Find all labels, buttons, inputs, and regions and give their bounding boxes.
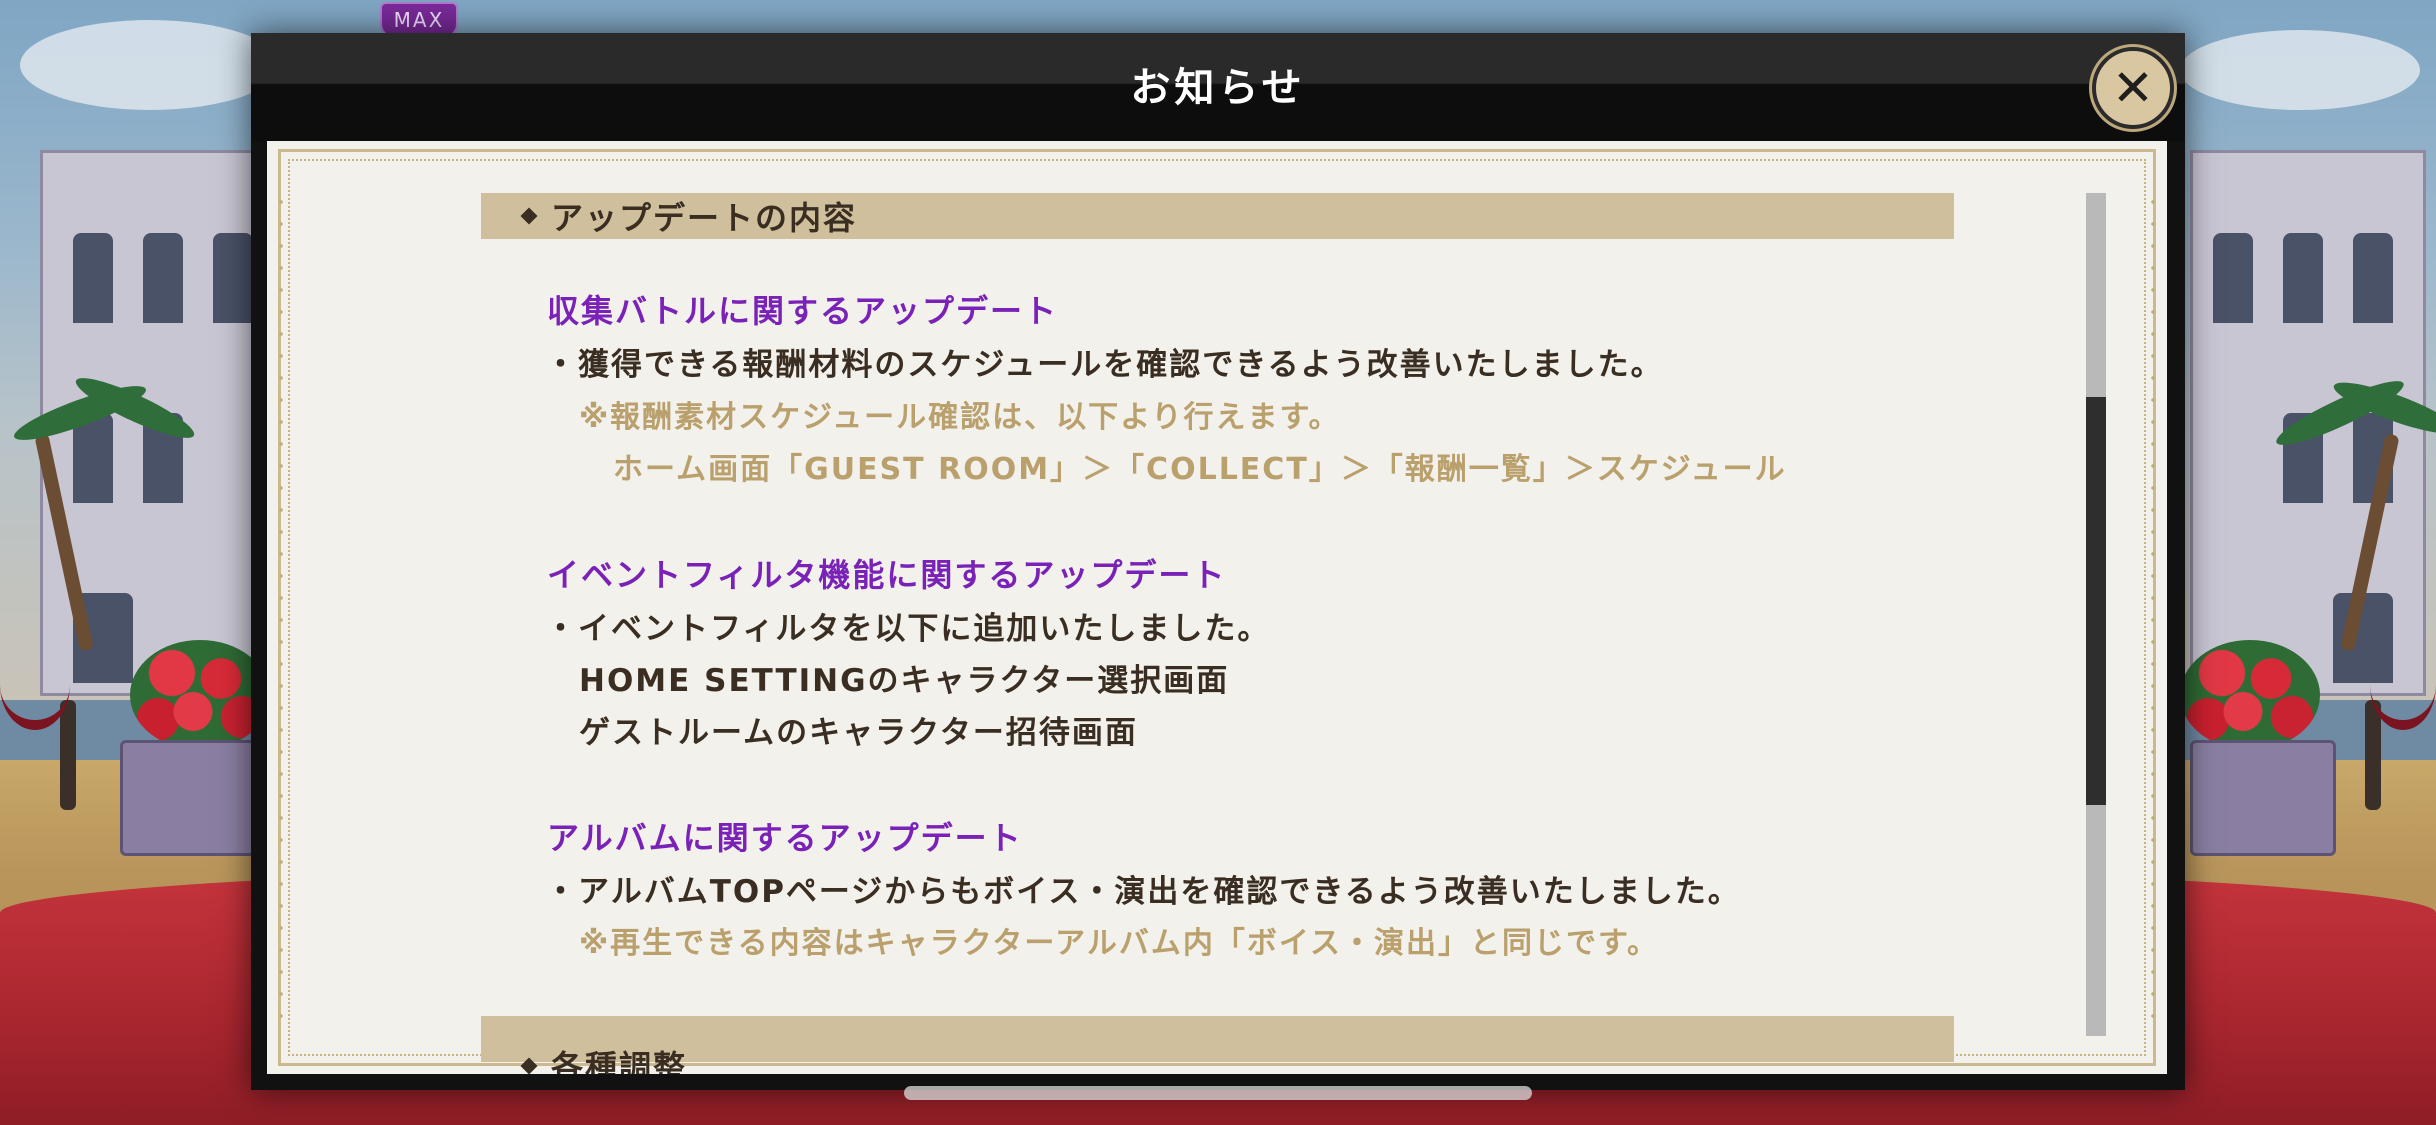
update-title: アルバムに関するアップデート — [547, 819, 1023, 857]
cloud — [2180, 30, 2420, 110]
update-note: ※再生できる内容はキャラクターアルバム内「ボイス・演出」と同じです。 — [579, 926, 1659, 961]
notice-content[interactable]: アップデートの内容 収集バトルに関するアップデート ・獲得できる報酬材料のスケジ… — [267, 141, 2147, 1074]
rose-bush — [130, 640, 270, 750]
diamond-icon — [520, 1057, 538, 1074]
close-button[interactable]: ✕ — [2092, 47, 2174, 129]
update-title: 収集バトルに関するアップデート — [547, 292, 1058, 330]
update-title: イベントフィルタ機能に関するアップデート — [547, 556, 1227, 594]
section-heading-bar: アップデートの内容 — [481, 193, 1954, 239]
update-note: ※報酬素材スケジュール確認は、以下より行えます。 — [579, 400, 1341, 435]
scrollbar[interactable] — [2086, 193, 2106, 1036]
notice-modal: お知らせ ✕ アップデートの内容 収集バトルに関するアップデート ・獲得できる報… — [251, 33, 2185, 1090]
modal-header: お知らせ ✕ — [251, 33, 2185, 141]
section-heading: アップデートの内容 — [551, 199, 858, 237]
planter — [120, 740, 266, 856]
update-line: HOME SETTINGのキャラクター選択画面 — [579, 663, 1230, 699]
scrollbar-thumb[interactable] — [2086, 397, 2106, 805]
frame-dots — [2151, 191, 2155, 1034]
section-heading-bar: 各種調整 — [481, 1016, 1954, 1074]
home-indicator[interactable] — [904, 1086, 1532, 1100]
update-line: ・アルバムTOPページからもボイス・演出を確認できるよう改善いたしました。 — [545, 874, 1741, 910]
update-line: ・獲得できる報酬材料のスケジュールを確認できるよう改善いたしました。 — [545, 347, 1664, 383]
update-line: ゲストルームのキャラクター招待画面 — [579, 715, 1138, 751]
cloud — [20, 20, 280, 110]
notice-paper: アップデートの内容 収集バトルに関するアップデート ・獲得できる報酬材料のスケジ… — [267, 141, 2167, 1074]
rose-bush — [2180, 640, 2320, 750]
update-line: ・イベントフィルタを以下に追加いたしました。 — [545, 611, 1271, 647]
close-icon: ✕ — [2112, 59, 2154, 117]
update-note: ホーム画面「GUEST ROOM」＞「COLLECT」＞「報酬一覧」＞スケジュー… — [613, 452, 1787, 487]
velvet-rope — [2370, 640, 2436, 730]
section-heading: 各種調整 — [551, 1048, 688, 1074]
rope-post — [60, 700, 76, 810]
modal-title: お知らせ — [1130, 65, 1306, 111]
planter — [2190, 740, 2336, 856]
diamond-icon — [520, 207, 538, 225]
velvet-rope — [0, 640, 70, 730]
